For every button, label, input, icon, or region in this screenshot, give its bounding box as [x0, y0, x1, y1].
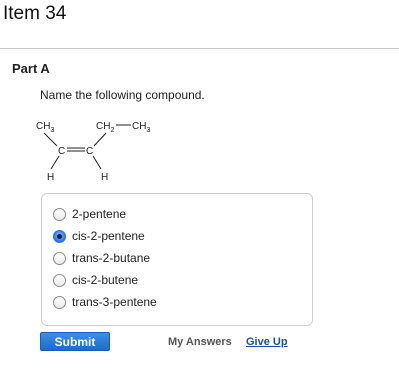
structure-ch3-right: CH3: [132, 121, 150, 134]
divider: [0, 48, 399, 49]
part-title: Part A: [12, 61, 50, 76]
structure-carbon-left: C: [58, 146, 65, 157]
choice-cis-2-butene[interactable]: cis-2-butene: [53, 271, 138, 289]
question-prompt: Name the following compound.: [40, 88, 205, 102]
radio-button-selected[interactable]: [53, 229, 66, 243]
structure-h-left: H: [47, 172, 54, 183]
radio-button[interactable]: [53, 207, 66, 221]
radio-button[interactable]: [53, 273, 66, 287]
choice-label: cis-2-butene: [72, 273, 139, 287]
radio-button[interactable]: [53, 295, 66, 309]
bond-ch3-c: [43, 132, 58, 147]
choice-2-pentene[interactable]: 2-pentene: [53, 205, 126, 223]
choice-trans-2-butane[interactable]: trans-2-butane: [53, 249, 150, 267]
bond-c-h-left: [50, 155, 60, 170]
choice-label: 2-pentene: [72, 207, 127, 221]
choice-label: trans-3-pentene: [72, 295, 157, 309]
answer-choices: 2-pentene cis-2-pentene trans-2-butane c…: [41, 193, 313, 326]
choice-label: trans-2-butane: [72, 251, 151, 265]
radio-button[interactable]: [53, 251, 66, 265]
give-up-link[interactable]: Give Up: [246, 336, 288, 348]
my-answers-label: My Answers: [168, 336, 232, 348]
bond-c-h-right: [92, 155, 102, 170]
structure-h-right: H: [101, 172, 108, 183]
radio-dot: [57, 233, 62, 239]
structure-carbon-right: C: [86, 146, 93, 157]
bond-ch2-c: [93, 132, 107, 147]
structure-ch3-left: CH3: [36, 121, 54, 134]
choice-cis-2-pentene[interactable]: cis-2-pentene: [53, 227, 145, 245]
question-page: Item 34 Part A Name the following compou…: [0, 0, 399, 386]
structure-ch2: CH2: [96, 121, 114, 134]
submit-button[interactable]: Submit: [40, 332, 110, 351]
choice-label: cis-2-pentene: [72, 229, 145, 243]
choice-trans-3-pentene[interactable]: trans-3-pentene: [53, 293, 157, 311]
item-title: Item 34: [3, 3, 67, 24]
chemical-structure: CH3 CH2 CH3 C C H H: [30, 116, 190, 186]
